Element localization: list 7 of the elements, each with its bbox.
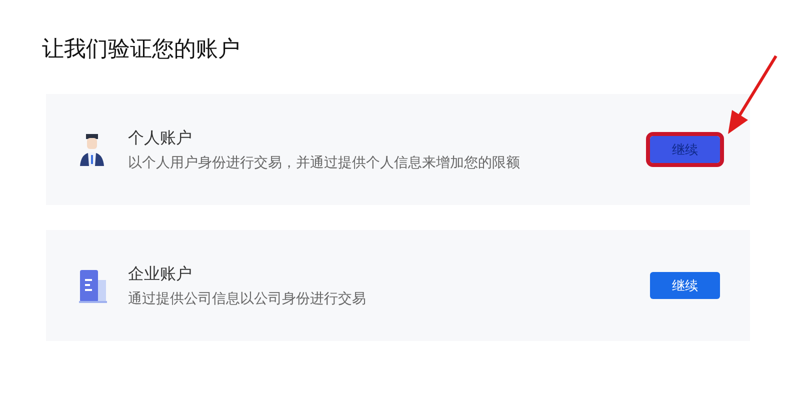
- account-description: 通过提供公司信息以公司身份进行交易: [128, 290, 367, 308]
- account-name: 个人账户: [128, 128, 193, 148]
- continue-button[interactable]: 继续: [650, 272, 720, 299]
- page-title: 让我们验证您的账户: [42, 36, 241, 64]
- document-icon: [76, 268, 108, 304]
- account-description: 以个人用户身份进行交易，并通过提供个人信息来增加您的限额: [128, 154, 521, 172]
- account-name: 企业账户: [128, 264, 193, 284]
